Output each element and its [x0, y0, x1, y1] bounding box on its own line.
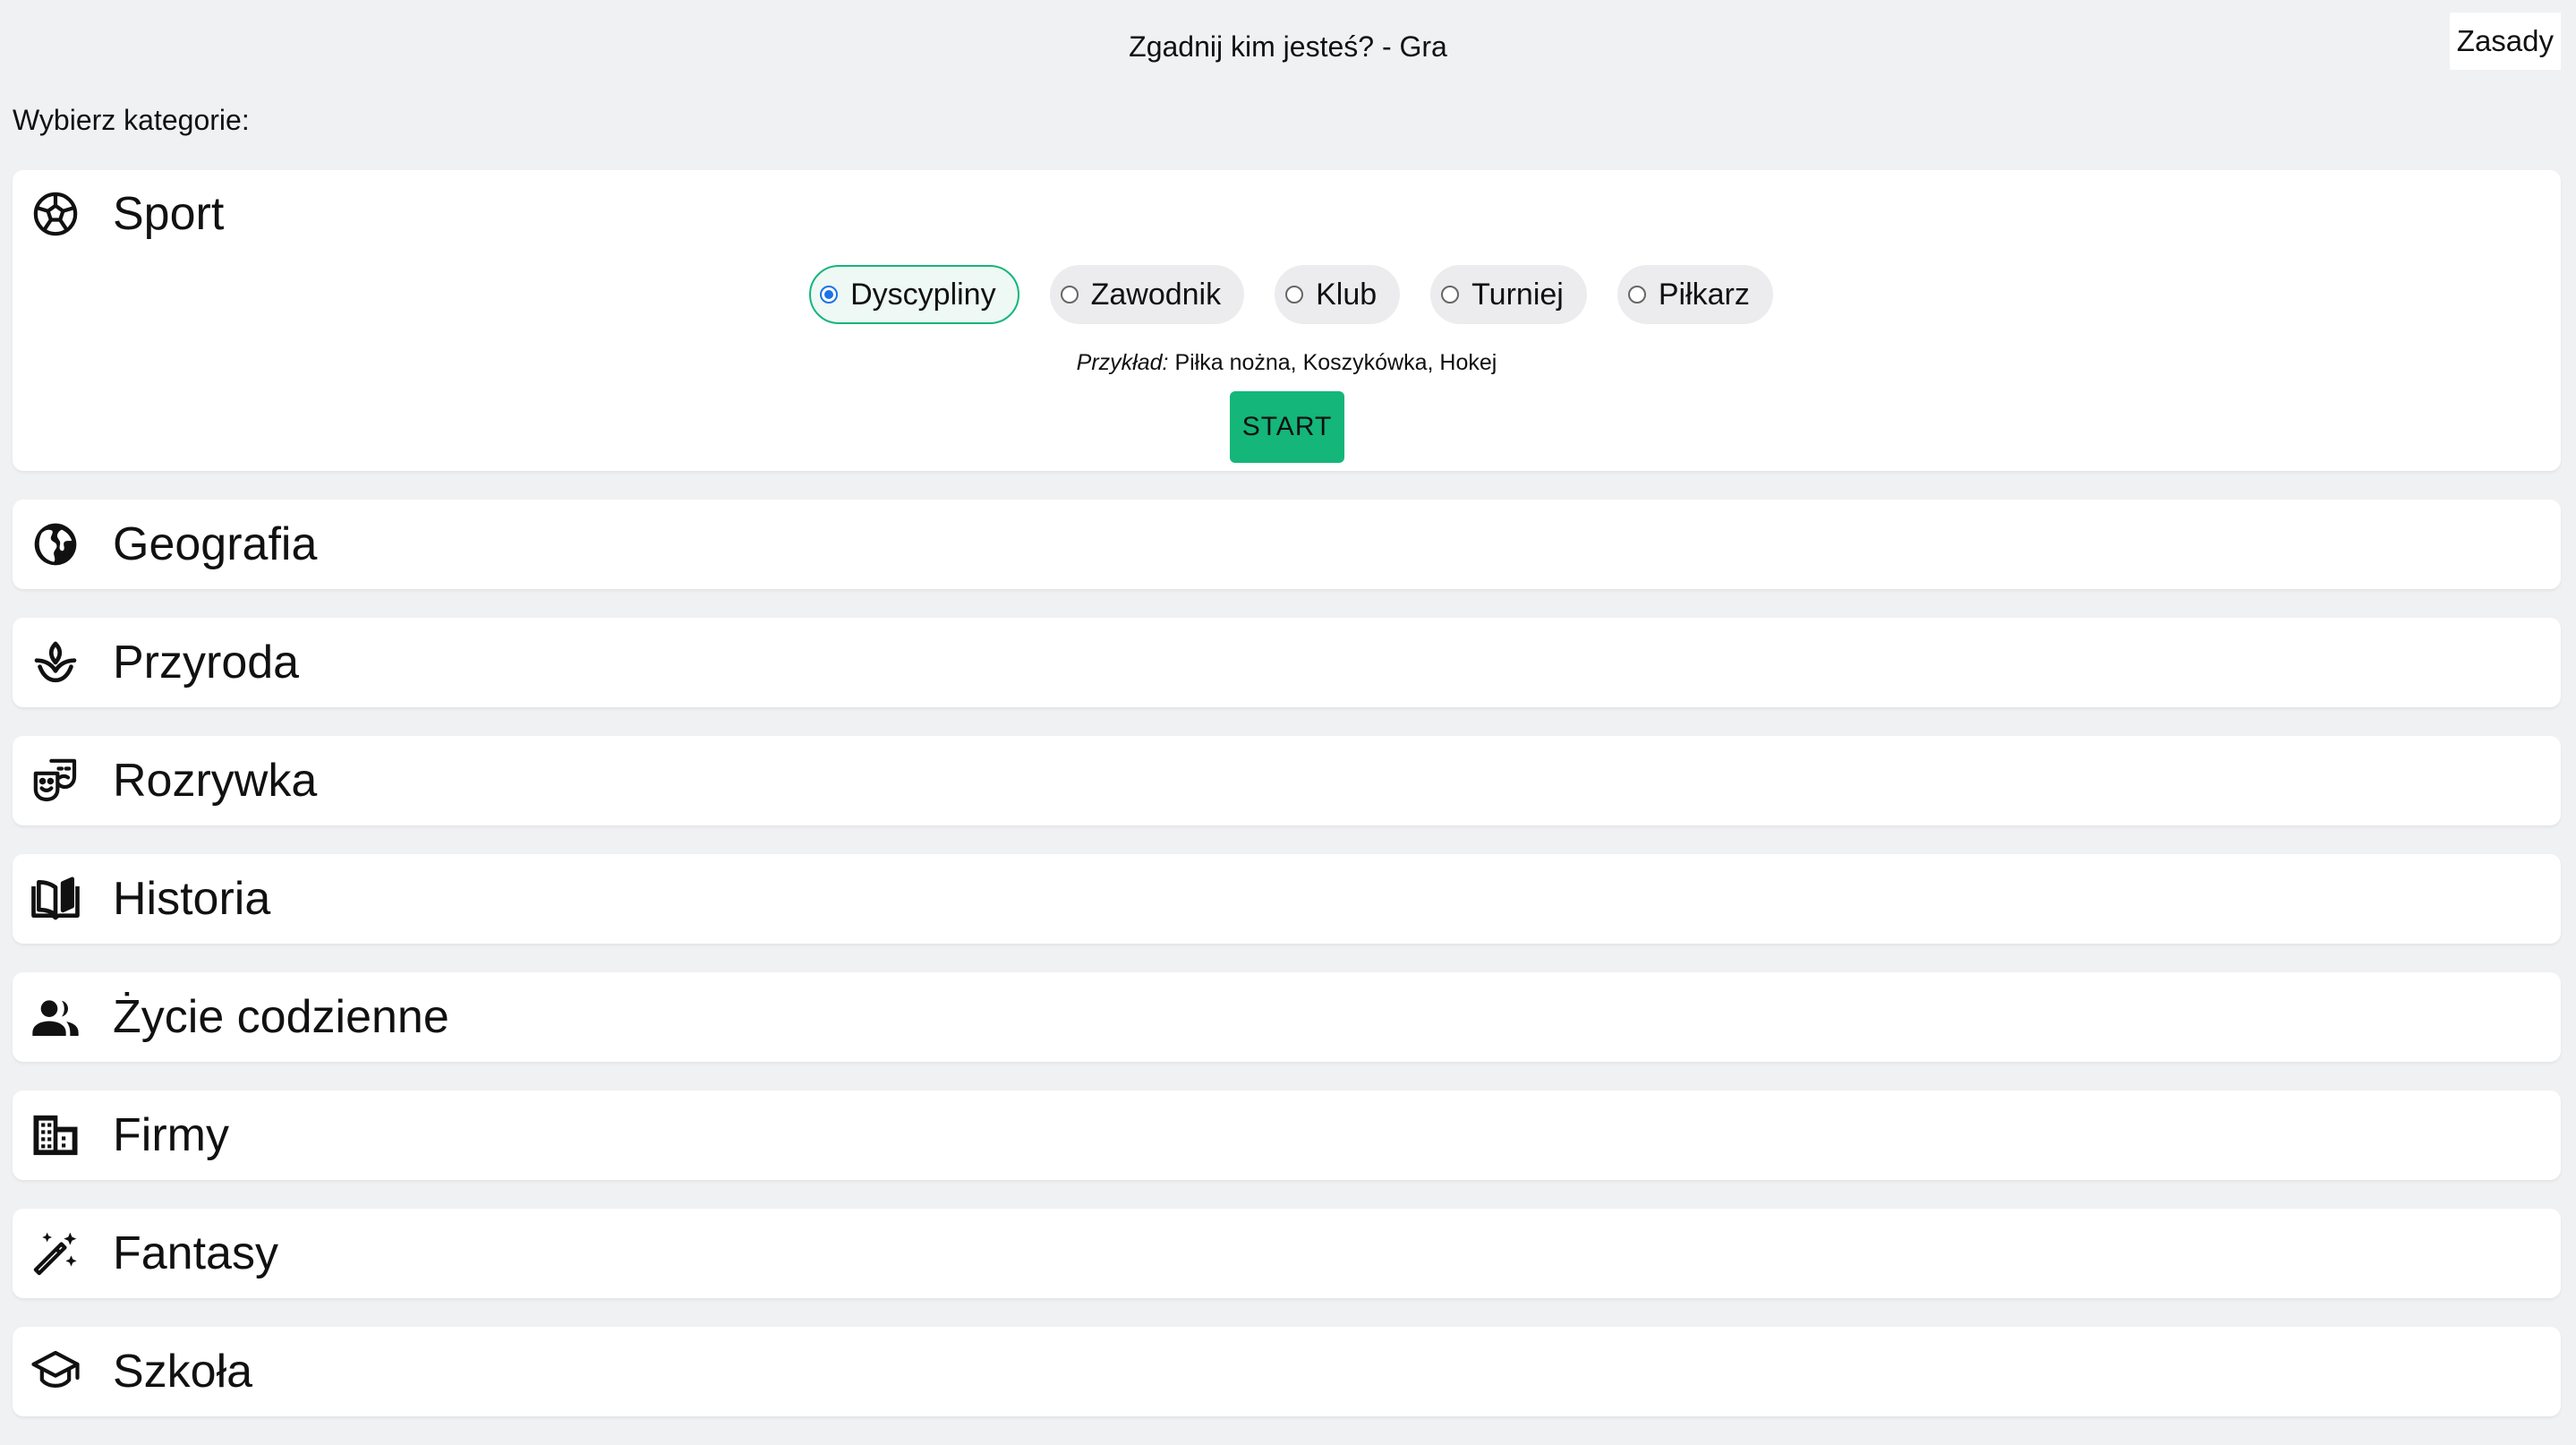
category-card-fantasy: Fantasy [13, 1209, 2561, 1298]
graduation-cap-icon [29, 1345, 82, 1398]
category-title: Sport [113, 188, 225, 240]
category-header-sport[interactable]: Sport [13, 170, 2561, 258]
plant-icon [29, 636, 82, 689]
category-header-rozrywka[interactable]: Rozrywka [13, 736, 2561, 825]
category-title: Rozrywka [113, 755, 318, 807]
category-title: Przyroda [113, 637, 300, 688]
option-dyscypliny[interactable]: Dyscypliny [809, 265, 1019, 324]
radio-button[interactable] [1285, 286, 1304, 304]
category-card-rozrywka: Rozrywka [13, 736, 2561, 825]
radio-button[interactable] [1627, 286, 1646, 304]
option-zawodnik[interactable]: Zawodnik [1049, 265, 1245, 324]
category-title: Firmy [113, 1109, 229, 1161]
category-card-geografia: Geografia [13, 500, 2561, 589]
category-header-firmy[interactable]: Firmy [13, 1090, 2561, 1180]
example-values: Piłka nożna, Koszykówka, Hokej [1174, 350, 1497, 375]
radio-button[interactable] [1441, 286, 1460, 304]
option-label: Turniej [1471, 278, 1564, 312]
option-label: Dyscypliny [850, 278, 996, 312]
category-list: Sport Dyscypliny Zawodnik Klub Turniej P… [13, 170, 2561, 1445]
category-title: Szkoła [113, 1346, 253, 1398]
radio-button[interactable] [1060, 286, 1079, 304]
globe-icon [29, 517, 82, 571]
people-icon [29, 990, 82, 1044]
option-pilkarz[interactable]: Piłkarz [1616, 265, 1773, 324]
category-title: Historia [113, 873, 271, 925]
category-title: Geografia [113, 518, 318, 570]
section-label: Wybierz kategorie: [13, 104, 250, 136]
category-header-zycie-codzienne[interactable]: Życie codzienne [13, 972, 2561, 1062]
category-card-sport: Sport Dyscypliny Zawodnik Klub Turniej P… [13, 170, 2561, 471]
category-header-szkola[interactable]: Szkoła [13, 1327, 2561, 1416]
page-title: Zgadnij kim jesteś? - Gra [1129, 30, 1447, 63]
category-card-szkola: Szkoła [13, 1327, 2561, 1416]
theater-masks-icon [29, 754, 82, 808]
category-header-przyroda[interactable]: Przyroda [13, 618, 2561, 707]
book-icon [29, 872, 82, 926]
subcategory-options: Dyscypliny Zawodnik Klub Turniej Piłkarz [13, 265, 2561, 324]
category-card-zycie-codzienne: Życie codzienne [13, 972, 2561, 1062]
category-title: Fantasy [113, 1227, 278, 1279]
option-klub[interactable]: Klub [1275, 265, 1401, 324]
category-title: Życie codzienne [113, 991, 449, 1043]
option-label: Klub [1316, 278, 1378, 312]
start-button[interactable]: START [1230, 391, 1344, 463]
category-header-geografia[interactable]: Geografia [13, 500, 2561, 589]
example-prefix: Przykład: [1076, 350, 1169, 375]
option-turniej[interactable]: Turniej [1430, 265, 1587, 324]
example-text: Przykład: Piłka nożna, Koszykówka, Hokej [13, 347, 2561, 378]
option-label: Piłkarz [1658, 278, 1750, 312]
category-card-historia: Historia [13, 854, 2561, 944]
building-icon [29, 1108, 82, 1162]
option-label: Zawodnik [1090, 278, 1222, 312]
category-header-historia[interactable]: Historia [13, 854, 2561, 944]
rules-button[interactable]: Zasady [2449, 13, 2561, 70]
category-card-firmy: Firmy [13, 1090, 2561, 1180]
category-card-przyroda: Przyroda [13, 618, 2561, 707]
soccer-ball-icon [29, 187, 82, 241]
magic-wand-icon [29, 1227, 82, 1280]
category-header-fantasy[interactable]: Fantasy [13, 1209, 2561, 1298]
radio-button[interactable] [820, 286, 839, 304]
sport-options-panel: Dyscypliny Zawodnik Klub Turniej Piłkarz [13, 258, 2561, 471]
